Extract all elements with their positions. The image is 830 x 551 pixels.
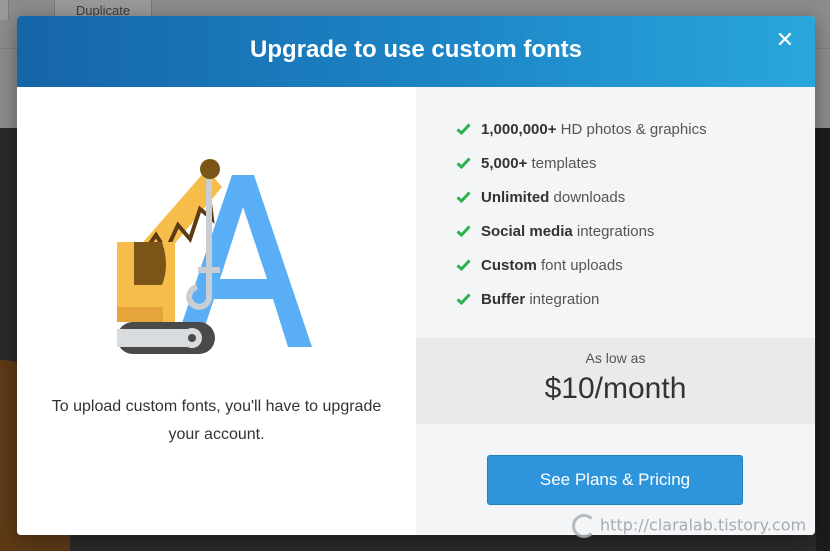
close-button[interactable]: ✕	[773, 28, 797, 52]
background-side-strip	[816, 128, 830, 551]
feature-bold-text: 1,000,000+	[481, 121, 557, 138]
close-icon: ✕	[775, 27, 795, 52]
feature-item: 1,000,000+ HD photos & graphics	[456, 113, 707, 147]
feature-text: downloads	[549, 189, 626, 206]
modal-header: Upgrade to use custom fonts ✕	[17, 16, 815, 87]
feature-item: Custom font uploads	[456, 249, 707, 283]
feature-text: integrations	[572, 223, 655, 240]
price-caption: As low as	[585, 350, 646, 366]
feature-item: 5,000+ templates	[456, 147, 707, 181]
check-icon	[456, 259, 471, 271]
feature-text: integration	[525, 291, 600, 308]
features-panel: 1,000,000+ HD photos & graphics 5,000+ t…	[416, 87, 815, 535]
watermark: http://claralab.tistory.com	[572, 514, 806, 538]
feature-item: Social media integrations	[456, 215, 707, 249]
feature-item: Unlimited downloads	[456, 181, 707, 215]
upgrade-modal: Upgrade to use custom fonts ✕ To upload …	[17, 16, 815, 535]
feature-list: 1,000,000+ HD photos & graphics 5,000+ t…	[456, 113, 707, 317]
check-icon	[456, 293, 471, 305]
check-icon	[456, 191, 471, 203]
illustration-panel: To upload custom fonts, you'll have to u…	[17, 87, 416, 535]
price-value: $10/month	[544, 372, 687, 405]
feature-bold-text: Unlimited	[481, 189, 550, 206]
see-plans-pricing-button[interactable]: See Plans & Pricing	[487, 455, 743, 505]
price-box: As low as $10/month	[416, 338, 815, 424]
check-icon	[456, 157, 471, 169]
upgrade-message: To upload custom fonts, you'll have to u…	[51, 398, 382, 443]
feature-text: templates	[527, 155, 597, 172]
modal-title: Upgrade to use custom fonts	[249, 36, 583, 63]
feature-text: HD photos & graphics	[556, 121, 707, 138]
check-icon	[456, 123, 471, 135]
feature-bold-text: Social media	[481, 223, 573, 240]
feature-bold-text: 5,000+	[481, 155, 528, 172]
feature-text: font uploads	[536, 257, 623, 274]
crane-letter-a-illustration	[117, 159, 312, 354]
feature-bold-text: Buffer	[481, 291, 526, 308]
watermark-text: http://claralab.tistory.com	[600, 515, 807, 535]
feature-item: Buffer integration	[456, 283, 707, 317]
watermark-logo-icon	[572, 514, 596, 538]
background-toolbar-edge	[0, 0, 9, 20]
feature-bold-text: Custom	[481, 257, 537, 274]
check-icon	[456, 225, 471, 237]
